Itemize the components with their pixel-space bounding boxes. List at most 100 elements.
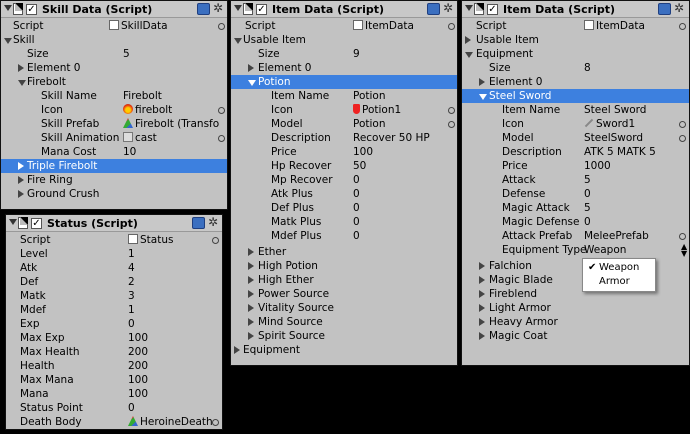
expanded-arrow-icon[interactable]	[465, 52, 473, 58]
equipment-foldout[interactable]: Equipment	[231, 343, 457, 357]
mana-field[interactable]: 100	[128, 387, 148, 401]
help-book-icon[interactable]	[658, 3, 671, 15]
item-data-header[interactable]: ✓ Item Data (Script) ✲	[231, 1, 457, 18]
equipment-foldout[interactable]: Equipment	[462, 47, 689, 61]
fold-icon[interactable]	[9, 219, 17, 225]
object-picker-icon[interactable]	[212, 419, 219, 426]
price-field[interactable]: 1000	[584, 159, 611, 173]
attack-field[interactable]: 5	[584, 173, 591, 187]
object-picker-icon[interactable]	[448, 23, 455, 30]
object-picker-icon[interactable]	[679, 121, 686, 128]
help-book-icon[interactable]	[427, 3, 440, 15]
light-armor-foldout[interactable]: Light Armor	[462, 301, 689, 315]
hp-recover-field[interactable]: 50	[353, 159, 366, 173]
skill-prefab-field[interactable]: Firebolt (Transfo	[123, 117, 219, 131]
usable-item-foldout[interactable]: Usable Item	[231, 33, 457, 47]
max-mana-field[interactable]: 100	[128, 373, 148, 387]
status-point-field[interactable]: 0	[128, 401, 135, 415]
item-data-header[interactable]: ✓ Item Data (Script) ✲	[462, 1, 689, 18]
object-picker-icon[interactable]	[448, 121, 455, 128]
collapsed-arrow-icon[interactable]	[248, 276, 254, 284]
magic-defense-field[interactable]: 0	[584, 215, 591, 229]
mp-recover-field[interactable]: 0	[353, 173, 360, 187]
collapsed-arrow-icon[interactable]	[248, 318, 254, 326]
def-field[interactable]: 2	[128, 275, 135, 289]
script-field[interactable]: ItemData	[584, 19, 645, 33]
firebolt-foldout[interactable]: Firebolt	[1, 75, 227, 89]
mana-cost-field[interactable]: 10	[123, 145, 136, 159]
help-book-icon[interactable]	[192, 217, 205, 229]
collapsed-arrow-icon[interactable]	[479, 318, 485, 326]
steel-sword-foldout[interactable]: Steel Sword	[462, 89, 689, 103]
atk-plus-field[interactable]: 0	[353, 187, 360, 201]
mind-source-foldout[interactable]: Mind Source	[231, 315, 457, 329]
fold-icon[interactable]	[4, 5, 12, 11]
skill-foldout[interactable]: Skill	[1, 33, 227, 47]
collapsed-arrow-icon[interactable]	[18, 190, 24, 198]
def-plus-field[interactable]: 0	[353, 201, 360, 215]
object-picker-icon[interactable]	[448, 107, 455, 114]
object-picker-icon[interactable]	[679, 233, 686, 240]
collapsed-arrow-icon[interactable]	[248, 290, 254, 298]
fold-icon[interactable]	[234, 5, 242, 11]
collapsed-arrow-icon[interactable]	[479, 78, 485, 86]
object-picker-icon[interactable]	[212, 237, 219, 244]
collapsed-arrow-icon[interactable]	[234, 346, 240, 354]
collapsed-arrow-icon[interactable]	[465, 36, 471, 44]
dropdown-arrows-icon[interactable]: ▲ ▼	[681, 243, 687, 258]
object-picker-icon[interactable]	[218, 107, 225, 114]
enabled-checkbox[interactable]: ✓	[487, 4, 498, 15]
atk-field[interactable]: 4	[128, 261, 135, 275]
script-field[interactable]: Status	[128, 233, 173, 247]
model-field[interactable]: Potion	[353, 117, 386, 131]
collapsed-arrow-icon[interactable]	[479, 276, 485, 284]
max-exp-field[interactable]: 100	[128, 331, 148, 345]
mdef-plus-field[interactable]: 0	[353, 229, 360, 243]
triple-firebolt-foldout[interactable]: Triple Firebolt	[1, 159, 227, 173]
collapsed-arrow-icon[interactable]	[18, 176, 24, 184]
object-picker-icon[interactable]	[218, 135, 225, 142]
object-picker-icon[interactable]	[218, 23, 225, 30]
size-field[interactable]: 8	[584, 61, 591, 75]
equipment-type-field[interactable]: Weapon	[584, 243, 626, 257]
expanded-arrow-icon[interactable]	[479, 94, 487, 100]
enabled-checkbox[interactable]: ✓	[31, 218, 42, 229]
collapsed-arrow-icon[interactable]	[248, 332, 254, 340]
power-source-foldout[interactable]: Power Source	[231, 287, 457, 301]
item-name-field[interactable]: Steel Sword	[584, 103, 646, 117]
gear-icon[interactable]: ✲	[674, 1, 684, 15]
element0-foldout[interactable]: Element 0	[1, 61, 227, 75]
collapsed-arrow-icon[interactable]	[479, 262, 485, 270]
gear-icon[interactable]: ✲	[208, 215, 218, 229]
expanded-arrow-icon[interactable]	[248, 80, 256, 86]
element0-foldout[interactable]: Element 0	[462, 75, 689, 89]
collapsed-arrow-icon[interactable]	[248, 248, 254, 256]
equipment-type-dropdown[interactable]: ✔ Weapon Armor	[582, 258, 656, 292]
expanded-arrow-icon[interactable]	[4, 38, 12, 44]
usable-item-foldout[interactable]: Usable Item	[462, 33, 689, 47]
script-field[interactable]: ItemData	[353, 19, 414, 33]
icon-field[interactable]: firebolt	[123, 103, 172, 117]
expanded-arrow-icon[interactable]	[234, 38, 242, 44]
collapsed-arrow-icon[interactable]	[18, 162, 24, 170]
item-name-field[interactable]: Potion	[353, 89, 386, 103]
size-field[interactable]: 5	[123, 47, 130, 61]
matk-field[interactable]: 3	[128, 289, 135, 303]
fire-ring-foldout[interactable]: Fire Ring	[1, 173, 227, 187]
spirit-source-foldout[interactable]: Spirit Source	[231, 329, 457, 343]
health-field[interactable]: 200	[128, 359, 148, 373]
max-health-field[interactable]: 200	[128, 345, 148, 359]
object-picker-icon[interactable]	[679, 23, 686, 30]
skill-name-field[interactable]: Firebolt	[123, 89, 162, 103]
death-body-field[interactable]: HeroineDeath	[128, 415, 213, 429]
attack-prefab-field[interactable]: MeleePrefab	[584, 229, 649, 243]
exp-field[interactable]: 0	[128, 317, 135, 331]
collapsed-arrow-icon[interactable]	[479, 304, 485, 312]
matk-plus-field[interactable]: 0	[353, 215, 360, 229]
collapsed-arrow-icon[interactable]	[479, 290, 485, 298]
magic-coat-foldout[interactable]: Magic Coat	[462, 329, 689, 343]
gear-icon[interactable]: ✲	[213, 1, 223, 15]
fold-icon[interactable]	[465, 5, 473, 11]
enabled-checkbox[interactable]: ✓	[26, 4, 37, 15]
gear-icon[interactable]: ✲	[443, 1, 453, 15]
